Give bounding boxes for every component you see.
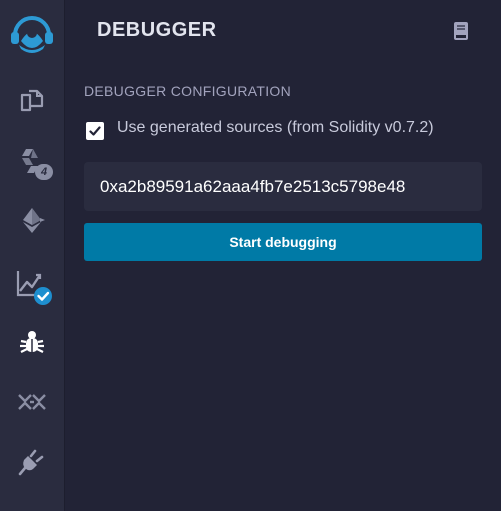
documentation-button[interactable]: [452, 21, 470, 41]
tests-icon: [18, 394, 46, 410]
sidebar-item-analysis[interactable]: [0, 260, 64, 310]
sidebar-item-file-explorer[interactable]: [0, 78, 64, 122]
file-explorer-icon: [20, 89, 44, 112]
app-window: 4 DEBUGGER DEBUGGER CONFIGURATION Use ge…: [0, 0, 501, 511]
panel-title: DEBUGGER: [97, 19, 217, 41]
sidebar-item-deploy-run[interactable]: [0, 198, 64, 242]
home-button[interactable]: [0, 9, 64, 55]
sidebar-item-solidity-compiler[interactable]: 4: [0, 140, 64, 184]
section-label: DEBUGGER CONFIGURATION: [84, 83, 292, 99]
debugger-panel: DEBUGGER DEBUGGER CONFIGURATION Use gene…: [65, 0, 501, 511]
debugger-icon: [20, 331, 44, 353]
generated-sources-checkbox[interactable]: [86, 122, 104, 140]
sidebar-item-tests[interactable]: [0, 380, 64, 424]
deploy-run-icon: [23, 208, 45, 233]
documentation-icon: [454, 22, 468, 40]
plugin-manager-icon: [18, 449, 44, 476]
sidebar-item-plugin-manager[interactable]: [0, 440, 64, 484]
generated-sources-label[interactable]: Use generated sources (from Solidity v0.…: [117, 119, 434, 137]
remix-logo-icon: [11, 16, 53, 53]
sidebar-item-debugger[interactable]: [0, 320, 64, 364]
transaction-hash-input[interactable]: [84, 162, 482, 211]
analysis-icon: [16, 271, 52, 305]
start-debugging-button[interactable]: Start debugging: [84, 223, 482, 261]
checkmark-icon: [89, 126, 101, 136]
compiler-badge: 4: [35, 164, 53, 180]
icon-panel: 4: [0, 0, 65, 511]
